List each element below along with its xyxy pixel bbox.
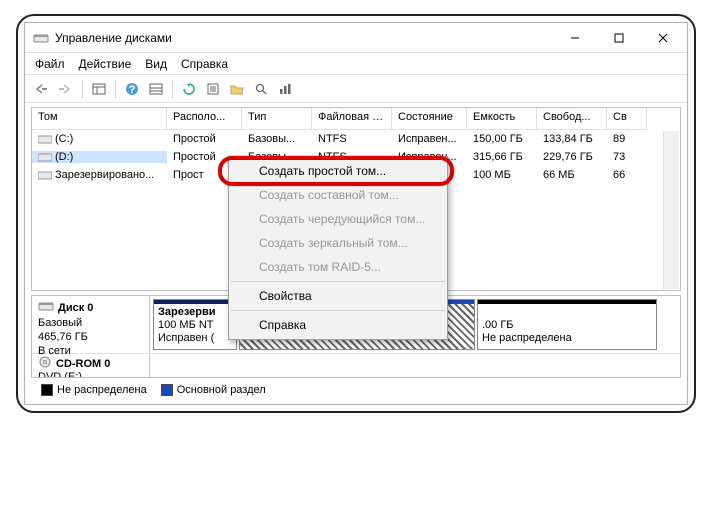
open-icon[interactable] [226,78,248,100]
tool-bar: ? [25,75,687,103]
app-icon [33,32,49,44]
forward-button[interactable] [55,78,77,100]
col-status[interactable]: Состояние [392,108,467,130]
col-volume[interactable]: Том [32,108,167,130]
table-header: Том Располо... Тип Файловая с... Состоян… [32,108,680,130]
scrollbar[interactable] [663,131,679,289]
ctx-create-simple-volume[interactable]: Создать простой том... [229,159,447,183]
view-button[interactable] [88,78,110,100]
menu-action[interactable]: Действие [79,57,132,71]
disk-icon [38,300,54,316]
separator [231,281,445,282]
separator [231,310,445,311]
col-type[interactable]: Тип [242,108,312,130]
menu-view[interactable]: Вид [145,57,167,71]
menu-bar: Файл Действие Вид Справка [25,53,687,75]
ctx-create-raid5-volume[interactable]: Создать том RAID-5... [229,255,447,279]
disk-row: CD-ROM 0 DVD (E:) [32,354,680,378]
window-title: Управление дисками [55,31,172,45]
ctx-create-spanned-volume[interactable]: Создать составной том... [229,183,447,207]
legend-swatch [41,384,53,396]
volume-icon [38,134,52,144]
menu-file[interactable]: Файл [35,57,65,71]
legend: Не распределена Основной раздел [31,380,681,400]
col-capacity[interactable]: Емкость [467,108,537,130]
disk-header[interactable]: CD-ROM 0 DVD (E:) [32,354,150,378]
context-menu: Создать простой том... Создать составной… [228,156,448,340]
minimize-button[interactable] [553,24,597,52]
menu-help[interactable]: Справка [181,57,228,71]
col-layout[interactable]: Располо... [167,108,242,130]
partition-unallocated[interactable]: .00 ГБ Не распределена [477,299,657,350]
disk-header[interactable]: Диск 0 Базовый 465,76 ГБ В сети [32,296,150,353]
title-bar: Управление дисками [25,23,687,53]
app-window: Управление дисками Файл Действие Вид Спр… [16,14,696,413]
partition[interactable]: Зарезерви 100 МБ NT Исправен ( [153,299,237,350]
col-free[interactable]: Свобод... [537,108,607,130]
col-pct[interactable]: Св [607,108,647,130]
refresh-icon[interactable] [178,78,200,100]
chart-icon[interactable] [274,78,296,100]
ctx-create-mirrored-volume[interactable]: Создать зеркальный том... [229,231,447,255]
table-row[interactable]: (C:) Простой Базовы... NTFS Исправен... … [32,130,680,148]
properties-icon[interactable] [202,78,224,100]
ctx-help[interactable]: Справка [229,313,447,337]
ctx-create-striped-volume[interactable]: Создать чередующийся том... [229,207,447,231]
maximize-button[interactable] [597,24,641,52]
help-button[interactable]: ? [121,78,143,100]
svg-text:?: ? [129,84,136,96]
back-button[interactable] [31,78,53,100]
ctx-properties[interactable]: Свойства [229,284,447,308]
search-icon[interactable] [250,78,272,100]
legend-swatch [161,384,173,396]
col-fs[interactable]: Файловая с... [312,108,392,130]
volume-icon [38,152,52,162]
list-button[interactable] [145,78,167,100]
volume-icon [38,170,52,180]
cdrom-icon [38,356,52,371]
close-button[interactable] [641,24,685,52]
